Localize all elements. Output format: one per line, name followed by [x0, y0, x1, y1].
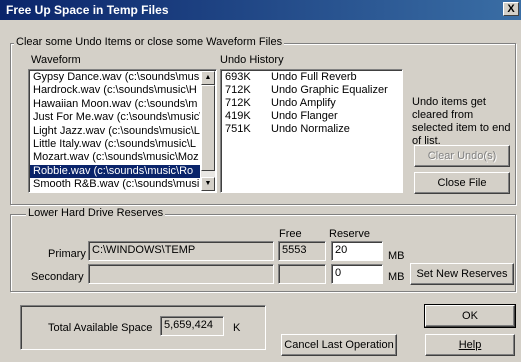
close-icon[interactable]: X [503, 2, 519, 16]
secondary-free-field [278, 264, 326, 284]
undo-item-name: Undo Full Reverb [271, 71, 357, 83]
waveform-scrollbar[interactable]: ▲ ▼ [201, 71, 215, 191]
reserve-header: Reserve [329, 228, 370, 240]
secondary-path-field [88, 264, 274, 284]
waveform-list[interactable]: Gypsy Dance.wav (c:\sounds\music\ Hardroc… [28, 69, 217, 193]
undo-item-name: Undo Graphic Equalizer [271, 84, 388, 96]
waveform-list-item[interactable]: Mozart.wav (c:\sounds\music\Moz [30, 151, 200, 164]
waveform-header: Waveform [31, 54, 81, 66]
window-title: Free Up Space in Temp Files [6, 3, 169, 17]
undo-item-size: 712K [225, 97, 251, 109]
undo-item-name: Undo Normalize [271, 123, 350, 135]
waveform-list-item[interactable]: Robbie.wav (c:\sounds\music\Ro [30, 164, 200, 179]
secondary-label: Secondary [31, 271, 84, 283]
undo-item-size: 693K [225, 71, 251, 83]
clear-undo-button[interactable]: Clear Undo(s) [414, 145, 510, 167]
waveform-list-item[interactable]: Hawaiian Moon.wav (c:\sounds\m [30, 98, 200, 111]
help-button[interactable]: Help [425, 334, 515, 356]
waveform-list-item[interactable]: Little Italy.wav (c:\sounds\music\L [30, 138, 200, 151]
waveform-list-item[interactable]: Smooth R&B.wav (c:\sounds\musi [30, 178, 200, 191]
waveform-list-item[interactable]: Just For Me.wav (c:\sounds\music\ [30, 111, 200, 124]
undo-hint-text: Undo items get cleared from selected ite… [412, 96, 511, 147]
undo-history-list[interactable]: 693K Undo Full Reverb 712K Undo Graphic Equ… [220, 69, 403, 193]
undo-item-size: 419K [225, 110, 251, 122]
scroll-down-icon[interactable]: ▼ [201, 177, 215, 191]
undo-item-size: 712K [225, 84, 251, 96]
undo-history-item[interactable]: 693K Undo Full Reverb [222, 71, 401, 84]
scroll-thumb[interactable] [201, 85, 215, 171]
reserves-group-legend: Lower Hard Drive Reserves [26, 207, 166, 219]
primary-label: Primary [48, 248, 86, 260]
waveform-list-item[interactable]: Light Jazz.wav (c:\sounds\music\L [30, 125, 200, 138]
total-space-unit: K [233, 322, 241, 334]
undo-history-item[interactable]: 712K Undo Amplify [222, 97, 401, 110]
total-space-label: Total Available Space [48, 322, 153, 334]
undo-history-item[interactable]: 419K Undo Flanger [222, 110, 401, 123]
primary-free-field: 5553 [278, 241, 326, 261]
primary-path-field: C:\WINDOWS\TEMP [88, 241, 274, 261]
cancel-last-operation-button[interactable]: Cancel Last Operation [281, 334, 397, 356]
undo-history-item[interactable]: 712K Undo Graphic Equalizer [222, 84, 401, 97]
waveform-list-item[interactable]: Hardrock.wav (c:\sounds\music\H [30, 84, 200, 97]
undo-item-name: Undo Amplify [271, 97, 336, 109]
undo-history-item[interactable]: 751K Undo Normalize [222, 123, 401, 136]
secondary-unit: MB [388, 271, 405, 283]
close-file-button[interactable]: Close File [414, 172, 510, 194]
waveform-list-item[interactable]: Gypsy Dance.wav (c:\sounds\music\ [30, 71, 200, 84]
undo-item-name: Undo Flanger [271, 110, 338, 122]
undo-group-legend: Clear some Undo Items or close some Wave… [14, 36, 285, 48]
secondary-reserve-input[interactable]: 0 [331, 264, 383, 284]
total-space-value: 5,659,424 [160, 316, 224, 336]
ok-button[interactable]: OK [424, 304, 516, 328]
primary-reserve-input[interactable]: 20 [331, 241, 383, 261]
scroll-up-icon[interactable]: ▲ [201, 71, 215, 85]
primary-unit: MB [388, 250, 405, 262]
undo-item-size: 751K [225, 123, 251, 135]
title-bar: Free Up Space in Temp Files X [0, 0, 521, 20]
undo-history-header: Undo History [220, 54, 284, 66]
set-new-reserves-button[interactable]: Set New Reserves [410, 263, 514, 285]
free-header: Free [279, 228, 302, 240]
